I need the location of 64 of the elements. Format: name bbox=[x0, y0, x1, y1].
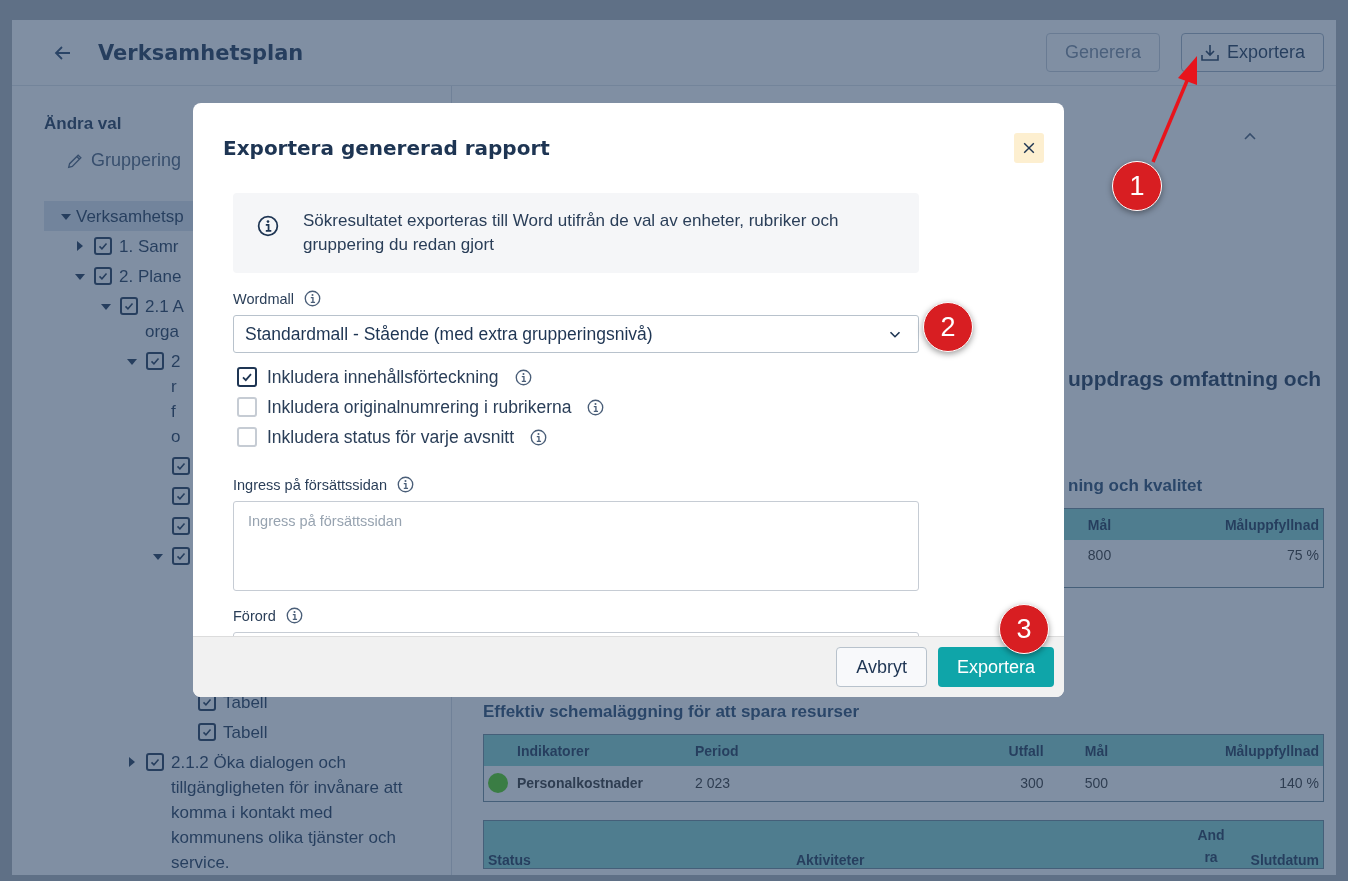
tree-item-label[interactable]: 2. Plane bbox=[119, 263, 182, 289]
info-icon[interactable] bbox=[303, 290, 321, 307]
info-text: Sökresultatet exporteras till Word utifrån de val av enheter, rubriker och gruppering du redan gjort bbox=[303, 210, 840, 256]
info-icon bbox=[257, 215, 279, 237]
column-header: Indikatorer bbox=[517, 742, 590, 759]
column-header: Period bbox=[695, 742, 739, 759]
template-dropdown[interactable]: Standardmall - Stående (med extra grupperingsnivå) bbox=[233, 315, 919, 353]
close-button[interactable] bbox=[1014, 133, 1044, 163]
column-header: Slutdatum bbox=[1250, 852, 1319, 868]
table-cell: 800 bbox=[1087, 547, 1112, 563]
grouping-link[interactable]: Gruppering bbox=[66, 150, 182, 171]
column-header: Mål bbox=[1084, 742, 1109, 759]
checkbox[interactable] bbox=[172, 547, 190, 565]
column-header: Andra bbox=[1197, 827, 1225, 865]
checkbox[interactable] bbox=[237, 367, 257, 387]
section-heading: uppdrags omfattning och bbox=[1068, 366, 1322, 392]
page-title: Verksamhetsplan bbox=[98, 40, 304, 65]
column-header: Måluppfyllnad bbox=[1224, 742, 1319, 759]
column-header: Måluppfyllnad bbox=[1224, 516, 1319, 533]
export-button[interactable]: Exportera bbox=[937, 647, 1054, 687]
tree-item-label[interactable]: Tabell bbox=[223, 719, 268, 745]
checkbox[interactable] bbox=[146, 352, 164, 370]
download-icon bbox=[1199, 42, 1220, 63]
table-cell: 500 bbox=[1084, 775, 1109, 791]
column-header: Aktiviteter bbox=[796, 852, 865, 868]
field-label: Ingress på försättssidan bbox=[233, 476, 387, 493]
info-icon[interactable] bbox=[530, 428, 548, 446]
table-cell: 75 % bbox=[1287, 547, 1319, 563]
cancel-button[interactable]: Avbryt bbox=[836, 647, 927, 687]
tree-item-label[interactable]: 2 r f o bbox=[171, 348, 181, 449]
info-icon[interactable] bbox=[285, 607, 303, 624]
info-icon[interactable] bbox=[514, 368, 532, 386]
table-cell: 140 % bbox=[1279, 775, 1319, 791]
checkbox[interactable] bbox=[146, 753, 164, 771]
tree-item-label[interactable]: 2.1 A orga bbox=[145, 293, 184, 344]
export-button[interactable]: Exportera bbox=[1180, 33, 1324, 72]
checkbox[interactable] bbox=[120, 297, 138, 315]
checkbox[interactable] bbox=[198, 723, 216, 741]
option-label[interactable]: Inkludera originalnumrering i rubrikerna bbox=[267, 396, 572, 418]
dialog-title: Exportera genererad rapport bbox=[223, 136, 550, 160]
checkbox[interactable] bbox=[172, 457, 190, 475]
field-label: Förord bbox=[233, 607, 276, 624]
info-icon[interactable] bbox=[587, 398, 605, 416]
close-icon bbox=[1021, 140, 1037, 156]
tree-item-label[interactable]: 2.1.2 Öka dialogen och tillgängligheten för invånare att komma i kontakt med kommunens olika tjänster och service. bbox=[171, 749, 403, 875]
table-title: ning och kvalitet bbox=[1068, 476, 1203, 496]
column-header: Mål bbox=[1087, 516, 1112, 533]
field-label: Wordmall bbox=[233, 290, 294, 307]
table-cell: Personalkostnader bbox=[517, 775, 644, 791]
tree-item-label[interactable]: 1. Samr bbox=[119, 233, 179, 259]
checkbox[interactable] bbox=[172, 517, 190, 535]
column-header: Utfall bbox=[1008, 742, 1044, 759]
table-cell: 300 bbox=[1020, 775, 1044, 791]
table-cell: 2 023 bbox=[695, 775, 731, 791]
ingress-field[interactable]: Ingress på försättssidan bbox=[233, 501, 919, 591]
table-title: Effektiv schemaläggning för att spara resurser bbox=[483, 702, 860, 722]
option-label[interactable]: Inkludera status för varje avsnitt bbox=[267, 426, 515, 448]
option-label[interactable]: Inkludera innehållsförteckning bbox=[267, 366, 499, 388]
checkbox[interactable] bbox=[94, 237, 112, 255]
checkbox[interactable] bbox=[94, 267, 112, 285]
sidebar-heading: Ändra val bbox=[44, 114, 123, 134]
column-header: Status bbox=[488, 852, 531, 868]
info-icon[interactable] bbox=[396, 476, 414, 493]
checkbox[interactable] bbox=[172, 487, 190, 505]
